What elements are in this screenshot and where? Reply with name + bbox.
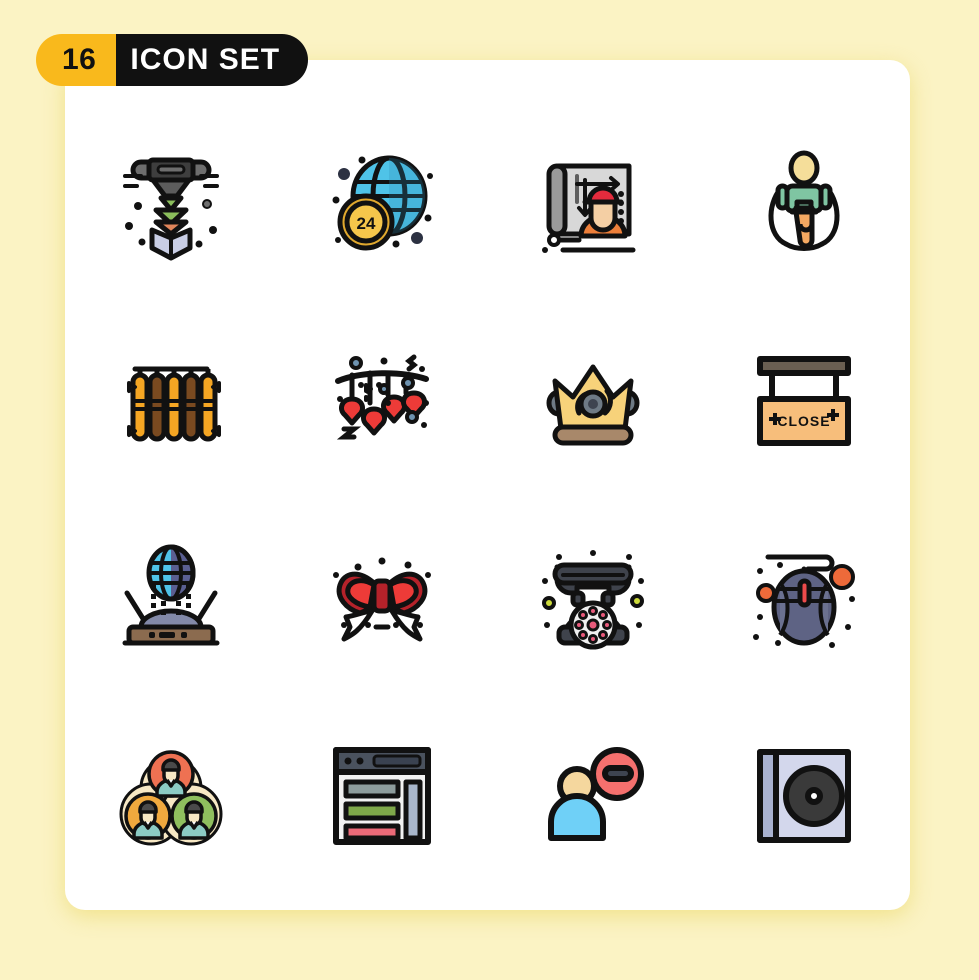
icon-cell-team-group[interactable]: [65, 698, 276, 896]
radiator-icon: [126, 366, 221, 442]
cd-disc-case-icon: [757, 749, 852, 844]
web-layout-icon: [332, 747, 431, 846]
icon-cell-3d-printer[interactable]: [65, 105, 276, 303]
blueprint-engineer-icon: [542, 163, 636, 253]
icon-cell-close-sign[interactable]: CLOSE: [699, 303, 910, 501]
hanging-hearts-icon: [334, 354, 429, 440]
ribbon-bow-icon: [332, 557, 431, 642]
rotary-telephone-icon: [542, 549, 645, 650]
icon-cell-remove-user[interactable]: [488, 698, 699, 896]
icon-set-page: 16 ICON SET 24 CLOSE: [0, 0, 979, 980]
globe-24-support-icon: 24: [332, 155, 433, 251]
close-sign-icon: CLOSE: [757, 356, 852, 447]
icon-cell-blueprint-engineer[interactable]: [488, 105, 699, 303]
jump-rope-icon: [768, 150, 840, 251]
icon-cell-cd-case[interactable]: [699, 698, 910, 896]
icon-cell-web-layout[interactable]: [276, 698, 487, 896]
team-group-icon: [119, 750, 223, 846]
icon-cell-ribbon-bow[interactable]: [276, 500, 487, 698]
icon-grid: 24 CLOSE: [65, 105, 910, 895]
computer-mouse-icon: [753, 554, 856, 648]
icon-cell-hanging-hearts[interactable]: [276, 303, 487, 501]
icon-set-title: ICON SET: [116, 34, 309, 86]
icon-cell-computer-mouse[interactable]: [699, 500, 910, 698]
icon-cell-globe-24[interactable]: 24: [276, 105, 487, 303]
coin-24-text: 24: [356, 214, 375, 233]
icon-cell-router[interactable]: [65, 500, 276, 698]
wifi-router-globe-icon: [122, 544, 220, 646]
crown-icon: [546, 364, 640, 446]
icon-cell-crown[interactable]: [488, 303, 699, 501]
header-badge: 16 ICON SET: [36, 34, 309, 86]
3d-printer-icon: [122, 157, 219, 261]
icon-cell-jump-rope[interactable]: [699, 105, 910, 303]
icon-count-label: 16: [36, 34, 117, 86]
icon-cell-telephone[interactable]: [488, 500, 699, 698]
remove-user-icon: [548, 747, 645, 842]
icon-cell-radiator[interactable]: [65, 303, 276, 501]
close-sign-text: CLOSE: [778, 413, 831, 429]
